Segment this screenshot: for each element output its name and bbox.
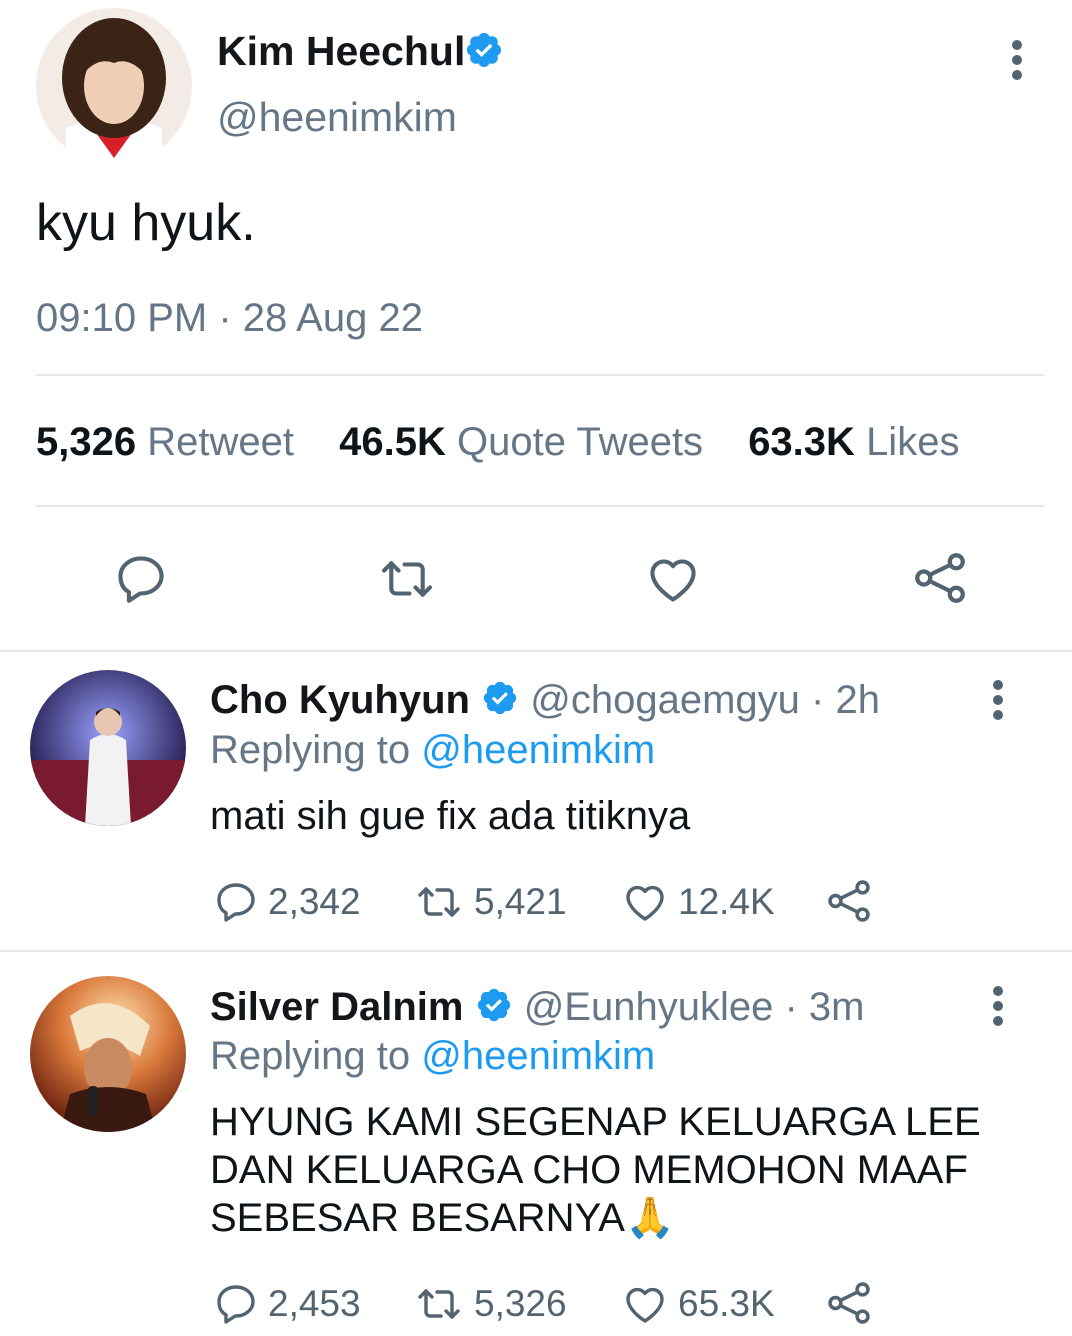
reply-text-line: HYUNG KAMI SEGENAP KELUARGA LEE: [210, 1100, 981, 1144]
like-button[interactable]: 65.3K: [620, 1280, 775, 1328]
replying-to-label: Replying to: [210, 728, 411, 772]
reply-text: HYUNG KAMI SEGENAP KELUARGA LEE DAN KELU…: [210, 1098, 981, 1242]
retweets-label: Retweet: [147, 420, 294, 464]
share-icon[interactable]: [910, 548, 970, 608]
more-options-icon[interactable]: [1011, 40, 1023, 85]
author-avatar[interactable]: [36, 8, 192, 164]
quotes-label: Quote Tweets: [456, 420, 704, 464]
retweet-count: 5,421: [474, 881, 567, 922]
like-count: 65.3K: [678, 1283, 775, 1324]
like-icon: [626, 885, 664, 921]
divider: [0, 950, 1072, 952]
reply-header: Cho Kyuhyun @chogaemgyu · 2h: [210, 678, 880, 723]
replying-to-label: Replying to: [210, 1034, 411, 1078]
author-display-name[interactable]: Kim Heechul: [217, 28, 465, 75]
likes-count: 63.3K: [748, 420, 855, 464]
retweet-icon: [418, 1289, 460, 1319]
likes-stat[interactable]: 63.3K Likes: [748, 420, 959, 464]
reply-display-name[interactable]: Silver Dalnim: [210, 985, 463, 1029]
replying-to: Replying to @heenimkim: [210, 728, 655, 773]
reply-count: 2,342: [268, 881, 361, 922]
retweet-button[interactable]: 5,326: [412, 1280, 567, 1328]
reply-avatar[interactable]: [30, 976, 186, 1132]
quotes-count: 46.5K: [339, 420, 446, 464]
verified-badge-icon: [483, 682, 517, 715]
retweets-stat[interactable]: 5,326 Retweet: [36, 420, 305, 464]
divider: [36, 505, 1044, 507]
share-icon[interactable]: [824, 1278, 874, 1328]
more-options-icon[interactable]: [992, 986, 1004, 1031]
replying-to-handle[interactable]: @heenimkim: [421, 1034, 655, 1078]
tweet-timestamp[interactable]: 09:10 PM · 28 Aug 22: [36, 296, 423, 341]
reply-text-line: DAN KELUARGA CHO MEMOHON MAAF: [210, 1148, 968, 1192]
retweet-button[interactable]: 5,421: [412, 878, 567, 926]
retweet-icon[interactable]: [375, 550, 439, 608]
reply-time: · 3m: [784, 985, 865, 1029]
reply-button[interactable]: 2,453: [212, 1280, 361, 1328]
verified-badge-icon: [477, 989, 510, 1022]
like-button[interactable]: 12.4K: [620, 878, 775, 926]
retweet-count: 5,326: [474, 1283, 567, 1324]
reply-header: Silver Dalnim @Eunhyuklee · 3m: [210, 985, 864, 1030]
retweet-icon: [418, 887, 460, 917]
reply-button[interactable]: 2,342: [212, 878, 361, 926]
more-options-icon[interactable]: [992, 680, 1004, 725]
tweet-stats: 5,326 Retweet 46.5K Quote Tweets 63.3K L…: [36, 420, 959, 465]
reply-display-name[interactable]: Cho Kyuhyun: [210, 678, 470, 722]
divider: [0, 650, 1072, 652]
reply-text-line: SEBESAR BESARNYA🙏: [210, 1196, 675, 1240]
like-icon: [626, 1287, 664, 1323]
reply-icon: [217, 883, 255, 922]
like-icon[interactable]: [643, 550, 703, 608]
author-handle[interactable]: @heenimkim: [217, 94, 457, 141]
replying-to: Replying to @heenimkim: [210, 1034, 655, 1079]
reply-icon[interactable]: [112, 550, 170, 608]
share-icon[interactable]: [824, 876, 874, 926]
reply-icon: [217, 1285, 255, 1324]
reply-avatar[interactable]: [30, 670, 186, 826]
tweet-text: kyu hyuk.: [36, 194, 256, 252]
retweets-count: 5,326: [36, 420, 137, 464]
likes-label: Likes: [866, 420, 960, 464]
verified-badge-icon: [466, 32, 502, 68]
reply-count: 2,453: [268, 1283, 361, 1324]
like-count: 12.4K: [678, 881, 775, 922]
reply-text: mati sih gue fix ada titiknya: [210, 794, 691, 838]
quotes-stat[interactable]: 46.5K Quote Tweets: [339, 420, 714, 464]
reply-handle[interactable]: @chogaemgyu: [530, 678, 800, 722]
reply-time: · 2h: [811, 678, 880, 722]
divider: [36, 374, 1044, 376]
reply-handle[interactable]: @Eunhyuklee: [524, 985, 774, 1029]
replying-to-handle[interactable]: @heenimkim: [421, 728, 655, 772]
